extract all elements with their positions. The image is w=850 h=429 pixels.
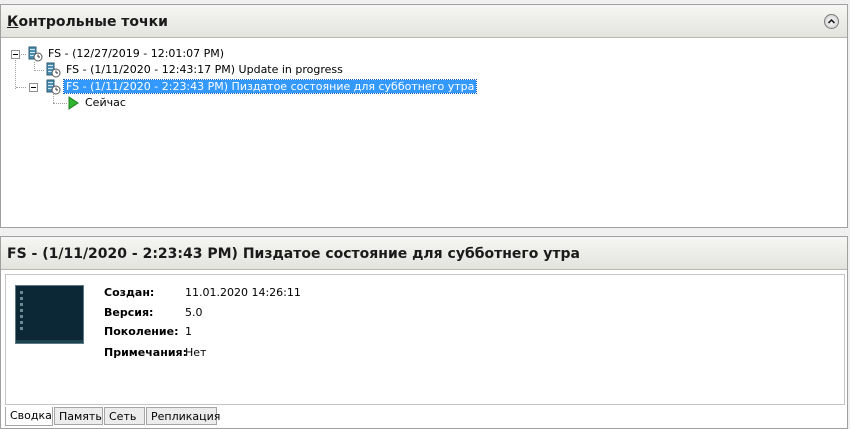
- tree-connector: [53, 103, 67, 104]
- version-value: 5.0: [185, 306, 203, 319]
- checkpoint-icon: [28, 46, 43, 62]
- tab-replication[interactable]: Репликация: [146, 407, 220, 425]
- collapse-panel-button[interactable]: [824, 14, 839, 29]
- tab-summary[interactable]: Сводка: [5, 407, 53, 426]
- tree-expand-toggle[interactable]: [11, 50, 20, 59]
- tree-connector: [16, 87, 26, 88]
- details-header: FS - (1/11/2020 - 2:23:43 PM) Пиздатое с…: [1, 237, 847, 270]
- tree-connector: [34, 70, 44, 71]
- tree-node-checkpoint[interactable]: FS - (1/11/2020 - 12:43:17 PM) Update in…: [44, 62, 345, 78]
- now-play-icon: [68, 96, 79, 110]
- tree-node-now[interactable]: Сейчас: [67, 95, 128, 111]
- generation-label: Поколение:: [104, 325, 179, 338]
- checkpoints-title: Контрольные точки: [7, 14, 168, 30]
- created-value: 11.01.2020 14:26:11: [185, 286, 301, 299]
- version-label: Версия:: [104, 306, 154, 319]
- checkpoint-icon: [46, 62, 61, 78]
- notes-label: Примечания:: [104, 346, 187, 359]
- created-label: Создан:: [104, 286, 155, 299]
- summary-content: Создан: 11.01.2020 14:26:11 Версия: 5.0 …: [5, 274, 845, 405]
- checkpoints-panel: Контрольные точки FS - (12/27/2019 - 12:…: [0, 4, 848, 228]
- details-panel: FS - (1/11/2020 - 2:23:43 PM) Пиздатое с…: [0, 236, 848, 429]
- tree-expand-toggle[interactable]: [29, 83, 38, 92]
- tree-connector: [15, 54, 16, 89]
- chevron-up-icon: [827, 18, 836, 24]
- tree-connector: [53, 94, 54, 103]
- tab-network[interactable]: Сеть: [104, 407, 145, 425]
- checkpoint-tree[interactable]: FS - (12/27/2019 - 12:01:07 PM) FS - (1/…: [1, 39, 847, 227]
- vm-thumbnail: [15, 285, 84, 344]
- tab-memory[interactable]: Память: [54, 407, 103, 425]
- checkpoint-icon: [46, 79, 61, 95]
- tree-node-checkpoint[interactable]: FS - (12/27/2019 - 12:01:07 PM): [26, 46, 226, 62]
- checkpoints-header: Контрольные точки: [1, 5, 847, 38]
- tree-node-checkpoint-selected[interactable]: FS - (1/11/2020 - 2:23:43 PM) Пиздатое с…: [44, 79, 478, 95]
- details-title: FS - (1/11/2020 - 2:23:43 PM) Пиздатое с…: [7, 246, 580, 262]
- notes-value: Нет: [185, 346, 207, 359]
- generation-value: 1: [185, 325, 192, 338]
